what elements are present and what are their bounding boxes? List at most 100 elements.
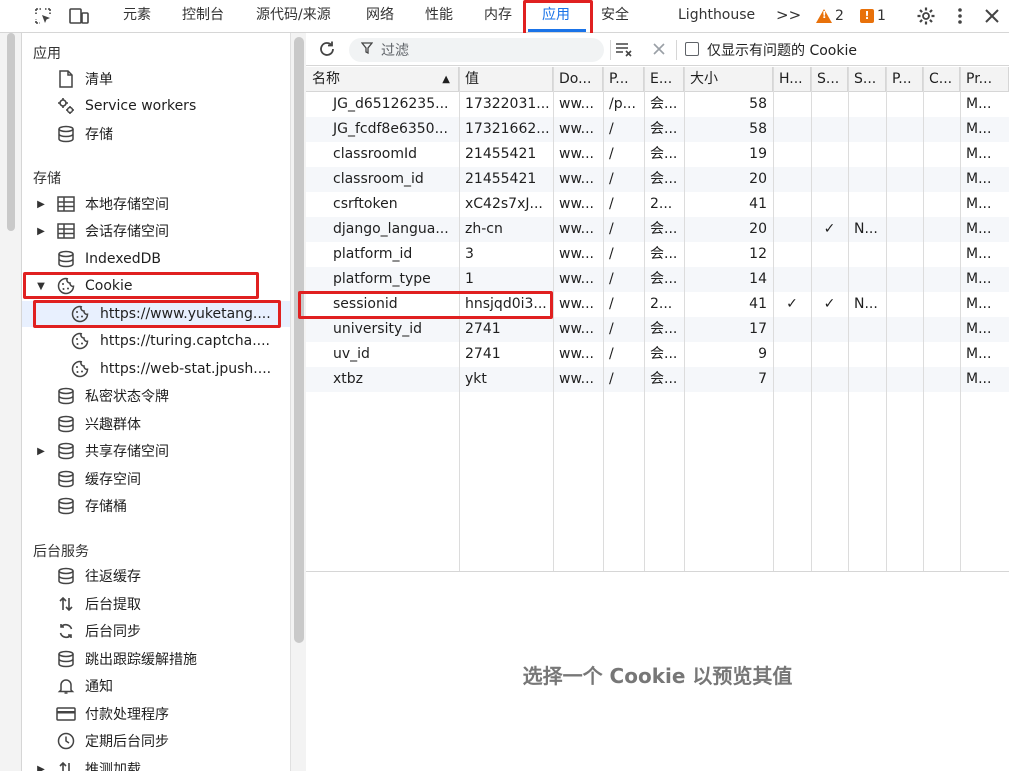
- highlight-box-sessionid: [298, 291, 553, 319]
- sidebar-item-background-fetch[interactable]: 后台提取: [22, 591, 290, 617]
- table-row[interactable]: platform_id 3 ww... / 会... 12 M...: [306, 242, 1009, 267]
- cell-name: platform_id: [333, 246, 413, 262]
- column-header-samesite[interactable]: S...: [848, 67, 886, 92]
- table-row[interactable]: classroomId 21455421 ww... / 会... 19 M...: [306, 142, 1009, 167]
- cell-priority: M...: [966, 96, 992, 112]
- sidebar-item-private-state-tokens[interactable]: 私密状态令牌: [22, 383, 290, 409]
- filter-input[interactable]: 过滤: [349, 38, 604, 62]
- settings-gear-icon[interactable]: [914, 4, 938, 28]
- cell-name: classroom_id: [333, 171, 424, 187]
- expand-arrow-icon[interactable]: ▶: [35, 226, 47, 237]
- column-header-httponly[interactable]: H...: [773, 67, 811, 92]
- sidebar-item-bfcache[interactable]: 往返缓存: [22, 563, 290, 589]
- sidebar-item-bounce-tracking[interactable]: 跳出跟踪缓解措施: [22, 646, 290, 672]
- sidebar-item-storage-overview[interactable]: 存储: [22, 121, 290, 147]
- sidebar-item-notifications[interactable]: 通知: [22, 673, 290, 699]
- tab-memory[interactable]: 内存: [484, 0, 512, 32]
- sidebar-item-speculative-loads[interactable]: ▶ 推测加载: [22, 756, 290, 771]
- column-header-name[interactable]: 名称 ▲: [306, 67, 459, 92]
- clear-all-cookies-icon[interactable]: [612, 37, 636, 61]
- more-options-icon[interactable]: [948, 4, 972, 28]
- only-issues-checkbox[interactable]: [685, 42, 699, 56]
- cell-value: 21455421: [465, 146, 537, 162]
- cell-partition-key: [886, 167, 923, 192]
- sidebar-item-session-storage[interactable]: ▶ 会话存储空间: [22, 218, 290, 244]
- sidebar-item-shared-storage[interactable]: ▶ 共享存储空间: [22, 438, 290, 464]
- filter-placeholder: 过滤: [381, 43, 409, 59]
- cell-partition-key: [886, 292, 923, 317]
- sidebar-item-interest-groups[interactable]: 兴趣群体: [22, 411, 290, 437]
- cell-size: 9: [758, 346, 767, 362]
- sidebar-item-label: 存储桶: [85, 499, 127, 515]
- delete-selected-icon[interactable]: [647, 37, 671, 61]
- table-row[interactable]: uv_id 2741 ww... / 会... 9 M...: [306, 342, 1009, 367]
- sidebar-item-background-sync[interactable]: 后台同步: [22, 618, 290, 644]
- cell-size: 41: [749, 196, 767, 212]
- column-header-expires[interactable]: E...: [644, 67, 684, 92]
- sidebar-item-manifest[interactable]: 清单: [22, 66, 290, 92]
- sidebar-item-storage-buckets[interactable]: 存储桶: [22, 493, 290, 519]
- cell-partition-key: [886, 242, 923, 267]
- column-header-size[interactable]: 大小: [684, 67, 773, 92]
- database-icon: [56, 414, 76, 434]
- table-row[interactable]: xtbz ykt ww... / 会... 7 M...: [306, 367, 1009, 392]
- inspect-element-icon[interactable]: [31, 4, 55, 28]
- sidebar-item-indexeddb[interactable]: IndexedDB: [22, 246, 290, 272]
- column-header-value[interactable]: 值: [459, 67, 553, 92]
- expand-arrow-icon[interactable]: ▶: [35, 199, 47, 210]
- table-row[interactable]: JG_fcdf8e6350... 17321662... ww... / 会... 58 M…: [306, 117, 1009, 142]
- refresh-icon[interactable]: [315, 37, 339, 61]
- sidebar-item-payment-handler[interactable]: 付款处理程序: [22, 701, 290, 727]
- table-row[interactable]: JG_d65126235... 17322031... ww... /p... 会...…: [306, 92, 1009, 117]
- tab-lighthouse[interactable]: Lighthouse: [678, 0, 755, 32]
- sidebar-item-service-workers[interactable]: Service workers: [22, 93, 290, 119]
- device-toolbar-icon[interactable]: [67, 4, 91, 28]
- sidebar-scrollbar-thumb[interactable]: [294, 37, 304, 643]
- expand-arrow-icon[interactable]: ▶: [35, 764, 47, 771]
- cell-secure: [811, 92, 848, 117]
- table-row[interactable]: platform_type 1 ww... / 会... 14 M...: [306, 267, 1009, 292]
- tab-elements[interactable]: 元素: [123, 0, 151, 32]
- column-header-path[interactable]: P...: [603, 67, 644, 92]
- devtools-toolbar: 元素 控制台 源代码/来源 网络 性能 内存 应用 安全 Lighthouse …: [0, 0, 1009, 40]
- tab-console[interactable]: 控制台: [182, 0, 224, 32]
- table-row[interactable]: university_id 2741 ww... / 会... 17 M...: [306, 317, 1009, 342]
- sidebar-scrollbar[interactable]: [290, 33, 306, 771]
- cell-cross-site: [923, 292, 960, 317]
- cell-secure: [811, 267, 848, 292]
- warnings-badge[interactable]: 2: [816, 4, 844, 28]
- tab-security[interactable]: 安全: [601, 0, 629, 32]
- sidebar-item-label: 后台同步: [85, 624, 141, 640]
- expand-arrow-icon[interactable]: ▶: [35, 446, 47, 457]
- sidebar-item-periodic-sync[interactable]: 定期后台同步: [22, 728, 290, 754]
- sidebar-item-local-storage[interactable]: ▶ 本地存储空间: [22, 191, 290, 217]
- column-header-priority[interactable]: Pr...: [960, 67, 1009, 92]
- sidebar-item-cookie-turing[interactable]: https://turing.captcha....: [22, 328, 290, 354]
- column-header-partition-key[interactable]: P...: [886, 67, 923, 92]
- table-row[interactable]: csrftoken xC42s7xJ... ww... / 2... 41 M...: [306, 192, 1009, 217]
- column-header-cross-site[interactable]: C...: [923, 67, 960, 92]
- issues-badge[interactable]: ! 1: [860, 4, 886, 28]
- cookie-icon: [70, 359, 90, 379]
- column-header-secure[interactable]: S...: [811, 67, 848, 92]
- toolbar-divider: [610, 40, 611, 60]
- tab-network[interactable]: 网络: [366, 0, 394, 32]
- cell-httponly: [773, 192, 811, 217]
- database-icon: [56, 124, 76, 144]
- close-icon[interactable]: [980, 4, 1004, 28]
- sidebar-item-cookie-jpush[interactable]: https://web-stat.jpush....: [22, 356, 290, 382]
- bell-icon: [56, 676, 76, 696]
- warnings-count: 2: [835, 8, 844, 24]
- table-row[interactable]: classroom_id 21455421 ww... / 会... 20 M...: [306, 167, 1009, 192]
- table-row[interactable]: django_langua... zh-cn ww... / 会... 20 ✓ N... M.…: [306, 217, 1009, 242]
- tab-sources[interactable]: 源代码/来源: [256, 0, 331, 32]
- cell-secure: [811, 117, 848, 142]
- cell-priority: M...: [966, 371, 992, 387]
- outer-scrollbar-thumb[interactable]: [7, 33, 15, 231]
- more-tabs-button[interactable]: >>: [776, 0, 801, 32]
- outer-scrollbar[interactable]: [0, 33, 22, 771]
- cell-samesite: [848, 92, 886, 117]
- column-header-domain[interactable]: Do...: [553, 67, 603, 92]
- tab-performance[interactable]: 性能: [425, 0, 453, 32]
- sidebar-item-cache-storage[interactable]: 缓存空间: [22, 466, 290, 492]
